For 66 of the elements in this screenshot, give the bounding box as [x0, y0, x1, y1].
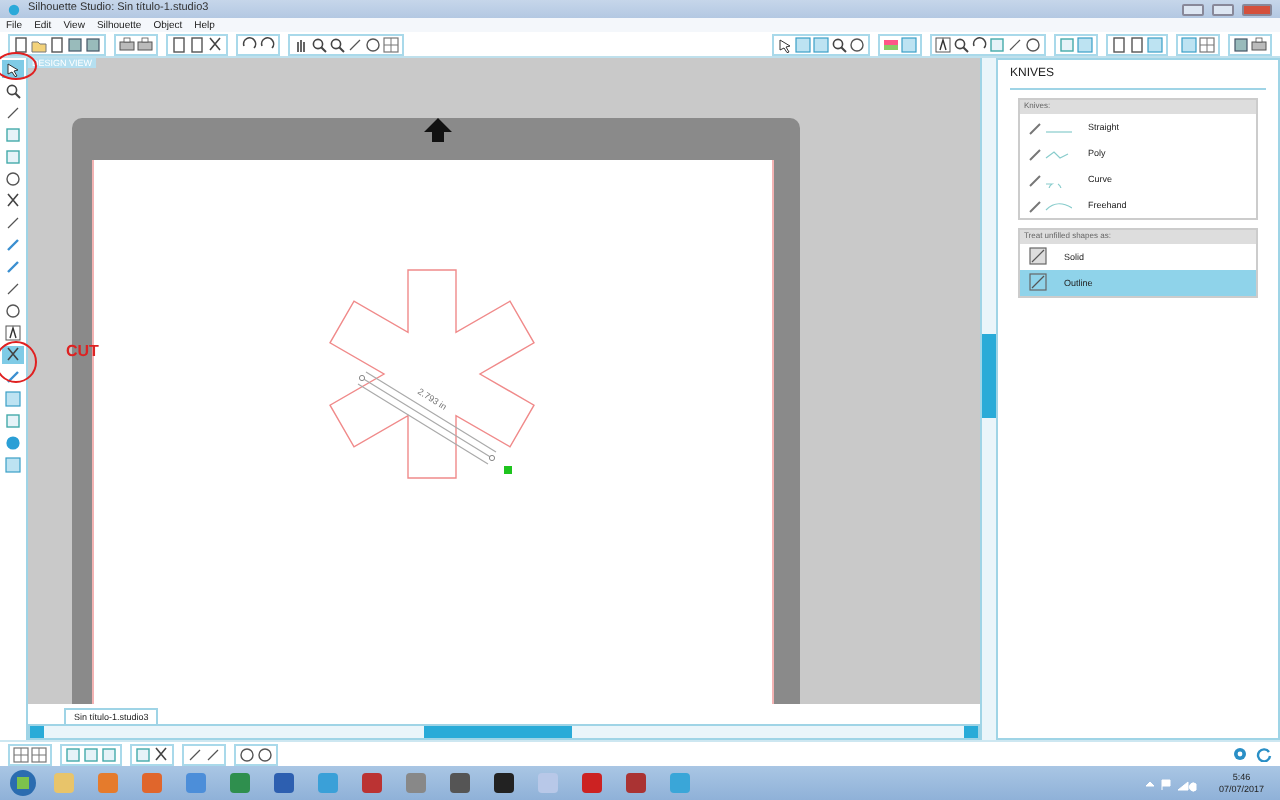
shape-fill-icon [1028, 246, 1048, 267]
square-icon[interactable] [82, 745, 100, 763]
panel-icon[interactable] [900, 35, 918, 53]
pointer-icon[interactable] [2, 60, 24, 78]
start-button[interactable] [8, 768, 38, 798]
zoom-icon[interactable] [328, 35, 346, 53]
pen-icon[interactable] [2, 258, 24, 276]
maximize-button[interactable] [1212, 3, 1234, 15]
grid-icon[interactable] [382, 35, 400, 53]
pointer-icon[interactable] [776, 35, 794, 53]
vertical-scrollbar[interactable] [980, 58, 996, 740]
square-icon[interactable] [2, 412, 24, 430]
grid-icon[interactable] [1198, 35, 1216, 53]
line-icon[interactable] [204, 745, 222, 763]
scissors-icon[interactable] [2, 192, 24, 210]
dimension-line [357, 372, 497, 466]
line-icon[interactable] [186, 745, 204, 763]
zoom-icon[interactable] [830, 35, 848, 53]
refresh-icon[interactable] [1256, 746, 1272, 762]
scissors-icon[interactable] [206, 35, 224, 53]
grid-icon[interactable] [12, 745, 30, 763]
selection-handle[interactable] [504, 466, 512, 475]
grid-icon[interactable] [30, 745, 48, 763]
zoom-icon[interactable] [2, 82, 24, 100]
app-logo-icon [8, 3, 20, 15]
horizontal-scrollbar[interactable] [28, 724, 980, 740]
zoom-icon[interactable] [952, 35, 970, 53]
square-icon[interactable] [64, 745, 82, 763]
circle-icon[interactable] [2, 170, 24, 188]
undo-icon[interactable] [970, 35, 988, 53]
knife-icon [1028, 195, 1072, 214]
printer-icon[interactable] [1250, 35, 1268, 53]
printer-icon[interactable] [118, 35, 136, 53]
circle-icon[interactable] [848, 35, 866, 53]
color-bar-icon[interactable] [882, 35, 900, 53]
square-icon[interactable] [100, 745, 118, 763]
letter-icon[interactable] [2, 324, 24, 342]
panel-icon[interactable] [1076, 35, 1094, 53]
square-icon[interactable] [1058, 35, 1076, 53]
globe-icon[interactable] [2, 434, 24, 452]
shape-fill-icon [1028, 272, 1048, 293]
circle-icon[interactable] [2, 302, 24, 320]
circle-icon[interactable] [238, 745, 256, 763]
line-icon[interactable] [346, 35, 364, 53]
knife-icon [1028, 117, 1072, 136]
scissors-icon[interactable] [2, 346, 24, 364]
minimize-button[interactable] [1182, 3, 1204, 15]
tray-icons [1142, 775, 1203, 791]
panel-icon[interactable] [2, 456, 24, 474]
knife-icon [1028, 143, 1072, 162]
printer-icon[interactable] [136, 35, 154, 53]
circle-icon[interactable] [256, 745, 274, 763]
line-icon[interactable] [1006, 35, 1024, 53]
settings-icon[interactable] [1232, 746, 1248, 762]
up-arrow-icon[interactable] [424, 118, 452, 143]
letter-icon[interactable] [934, 35, 952, 53]
line-icon[interactable] [2, 104, 24, 122]
circle-icon[interactable] [1024, 35, 1042, 53]
circle-icon[interactable] [364, 35, 382, 53]
line-icon[interactable] [2, 214, 24, 232]
scissors-icon[interactable] [152, 745, 170, 763]
close-button[interactable] [1242, 3, 1272, 15]
pen-icon[interactable] [2, 236, 24, 254]
line-icon[interactable] [2, 280, 24, 298]
panel-icon[interactable] [2, 390, 24, 408]
zoom-icon[interactable] [310, 35, 328, 53]
